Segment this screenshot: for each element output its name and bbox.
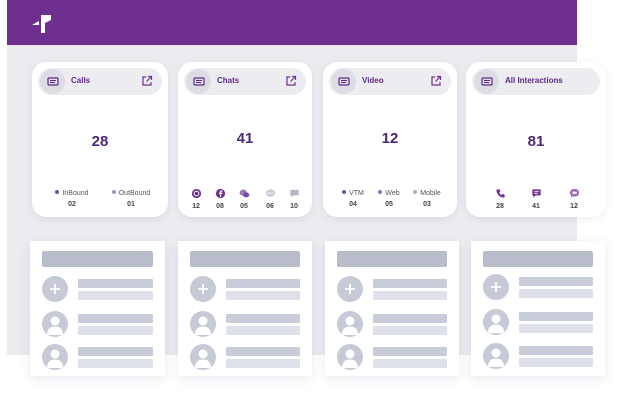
- user-avatar-icon: [190, 311, 216, 337]
- chats-facebook-stat: 08: [212, 188, 228, 210]
- user-avatar-icon: [190, 344, 216, 370]
- calls-total: 28: [91, 133, 109, 150]
- stat-value: 08: [216, 203, 224, 210]
- skeleton-header-bar: [337, 251, 447, 267]
- message-icon: [40, 69, 65, 94]
- video-icon: [569, 188, 579, 198]
- all-interactions-card-header: All Interactions: [472, 68, 600, 95]
- all-video-stat: 12: [566, 188, 582, 210]
- stat-value: 01: [127, 201, 135, 208]
- whatsapp-icon: [191, 188, 201, 199]
- chats-card-title: Chats: [217, 76, 240, 85]
- chats-webchat-stat: 10: [286, 188, 302, 210]
- video-card-header: Video: [329, 68, 451, 95]
- skeleton-user-row: [483, 343, 593, 369]
- stat-value: 03: [423, 201, 431, 208]
- stat-label: Web: [385, 190, 400, 197]
- calls-outbound-stat: OutBound 01: [106, 190, 156, 208]
- skeleton-add-row[interactable]: [337, 276, 447, 302]
- chats-wechat-stat: 05: [236, 188, 252, 210]
- stat-label: OutBound: [118, 190, 151, 197]
- chat-icon: [531, 189, 541, 198]
- webchat-icon: [289, 189, 299, 198]
- stat-value: 10: [290, 203, 298, 210]
- stat-value: 12: [192, 203, 200, 210]
- external-link-icon[interactable]: [141, 75, 153, 87]
- plus-icon[interactable]: [190, 276, 216, 302]
- skeleton-header-bar: [483, 251, 593, 267]
- skeleton-user-row: [190, 311, 300, 337]
- chats-total: 41: [236, 130, 254, 147]
- message-icon: [186, 69, 211, 94]
- all-calls-stat: 28: [492, 188, 508, 210]
- user-avatar-icon: [483, 309, 509, 335]
- stat-value: 41: [532, 203, 540, 210]
- skeleton-user-row: [337, 311, 447, 337]
- all-chats-stat: 41: [528, 188, 544, 210]
- stat-value: 04: [349, 201, 357, 208]
- skeleton-add-row[interactable]: [483, 274, 593, 300]
- facebook-icon: [215, 188, 225, 199]
- stat-label: VTM: [349, 190, 364, 197]
- skeleton-user-row: [42, 344, 153, 370]
- user-avatar-icon: [42, 344, 68, 370]
- chats-card[interactable]: Chats 41 12 08 05 06 10: [178, 62, 312, 217]
- skeleton-panel: [325, 241, 459, 376]
- skeleton-header-bar: [42, 251, 153, 267]
- calls-card[interactable]: Calls 28 InBound 02 OutBound 01: [32, 62, 168, 217]
- stat-label: InBound: [62, 190, 89, 197]
- skeleton-user-row: [190, 344, 300, 370]
- plus-icon[interactable]: [337, 276, 363, 302]
- user-avatar-icon: [337, 311, 363, 337]
- video-card[interactable]: Video 12 VTM 04 Web 05 Mobile 03: [323, 62, 457, 217]
- all-interactions-card-title: All Interactions: [505, 76, 563, 85]
- calls-inbound-stat: InBound 02: [50, 190, 94, 208]
- external-link-icon[interactable]: [430, 75, 442, 87]
- skeleton-user-row: [42, 311, 153, 337]
- top-bar: [7, 0, 577, 45]
- video-total: 12: [381, 130, 399, 147]
- chats-sms-stat: 06: [262, 188, 278, 210]
- plus-icon[interactable]: [483, 274, 509, 300]
- chats-whatsapp-stat: 12: [188, 188, 204, 210]
- skeleton-user-row: [337, 344, 447, 370]
- skeleton-panel: [30, 241, 165, 376]
- message-icon: [331, 69, 356, 94]
- skeleton-add-row[interactable]: [42, 276, 153, 302]
- stat-value: 05: [385, 201, 393, 208]
- video-vtm-stat: VTM 04: [335, 190, 371, 208]
- stat-value: 12: [570, 203, 578, 210]
- stat-value: 05: [240, 203, 248, 210]
- phone-icon: [495, 189, 505, 198]
- video-mobile-stat: Mobile 03: [407, 190, 447, 208]
- skeleton-add-row[interactable]: [190, 276, 300, 302]
- skeleton-user-row: [483, 309, 593, 335]
- skeleton-panel: [178, 241, 312, 376]
- stat-value: 06: [266, 203, 274, 210]
- user-avatar-icon: [337, 344, 363, 370]
- user-avatar-icon: [42, 311, 68, 337]
- external-link-icon[interactable]: [285, 75, 297, 87]
- stat-label: Mobile: [420, 190, 441, 197]
- user-avatar-icon: [483, 343, 509, 369]
- stat-value: 02: [68, 201, 76, 208]
- chats-card-header: Chats: [184, 68, 306, 95]
- skeleton-header-bar: [190, 251, 300, 267]
- plus-icon[interactable]: [42, 276, 68, 302]
- skeleton-panel: [471, 241, 605, 376]
- all-interactions-total: 81: [527, 133, 545, 150]
- brand-logo: [32, 15, 51, 33]
- all-interactions-card[interactable]: All Interactions 81 28 41 12: [466, 62, 606, 217]
- wechat-icon: [239, 189, 249, 198]
- sms-icon: [265, 189, 275, 197]
- stat-value: 28: [496, 203, 504, 210]
- video-card-title: Video: [362, 76, 384, 85]
- video-web-stat: Web 05: [371, 190, 407, 208]
- calls-card-header: Calls: [38, 68, 162, 95]
- message-icon: [474, 69, 499, 94]
- calls-card-title: Calls: [71, 76, 91, 85]
